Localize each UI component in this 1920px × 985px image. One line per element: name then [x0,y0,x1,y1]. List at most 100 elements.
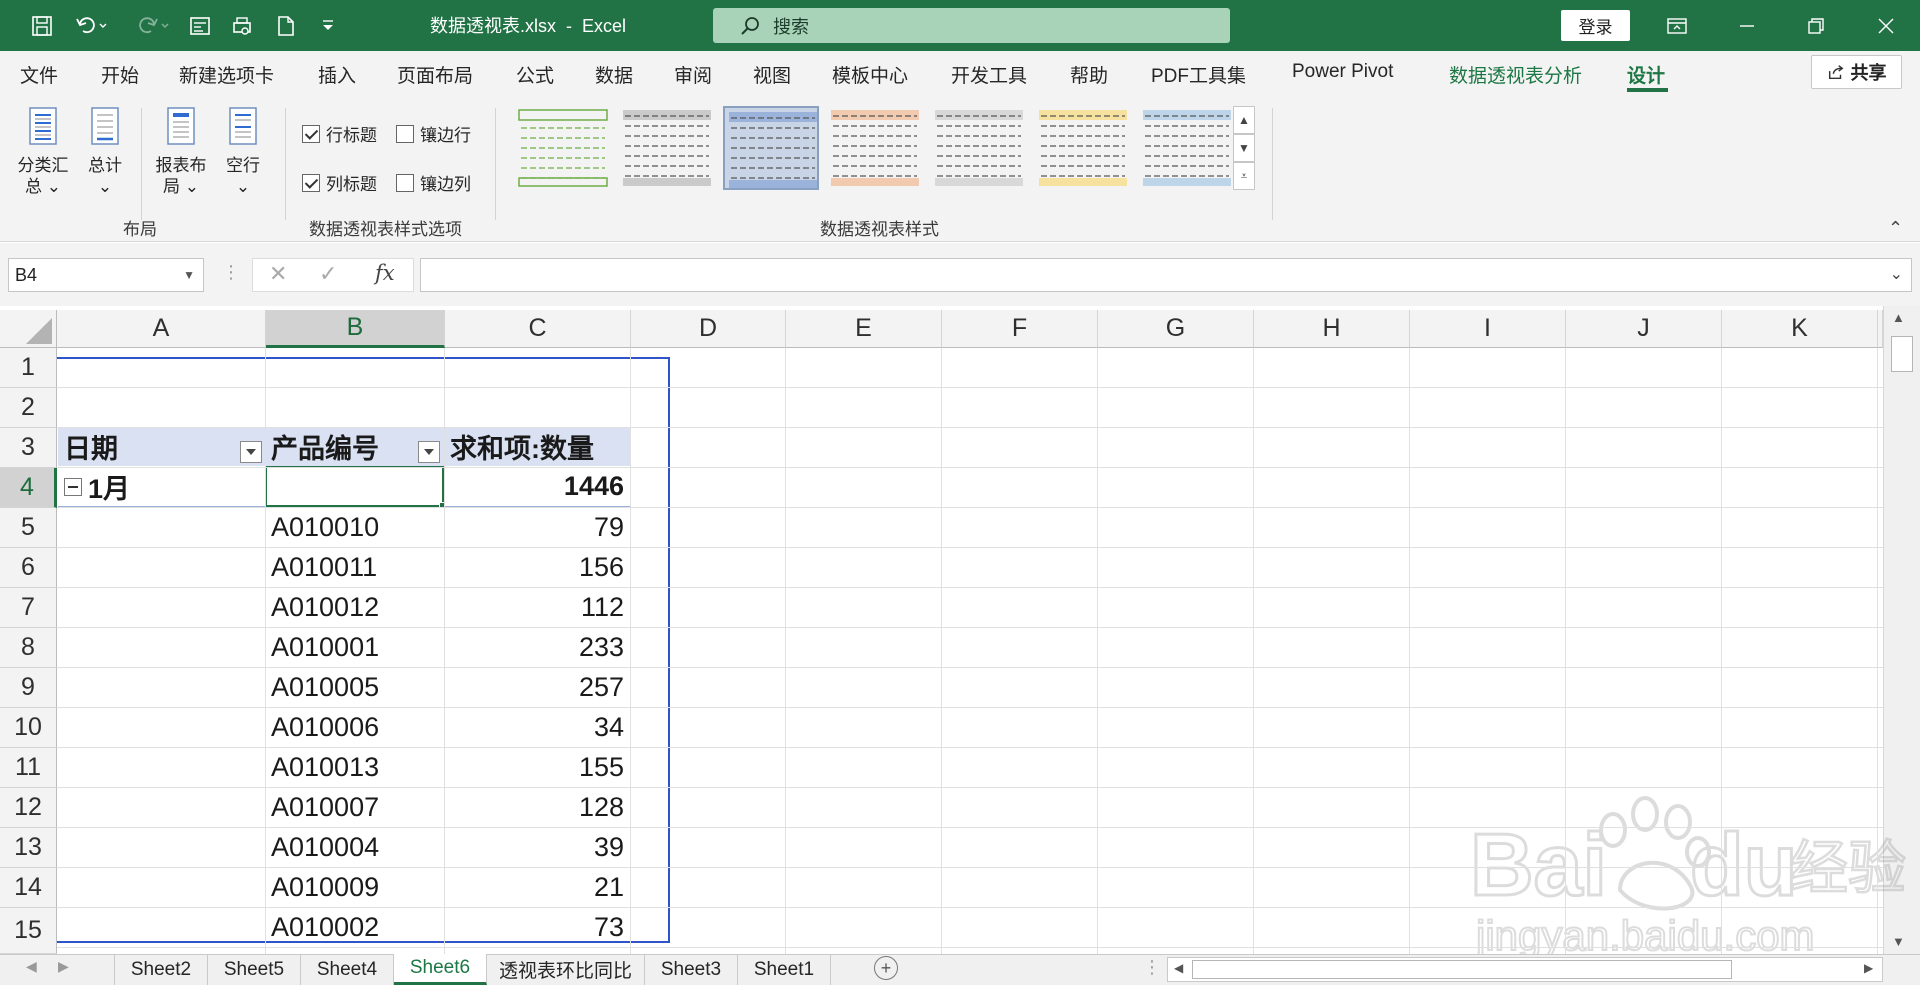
filter-dropdown-icon[interactable] [240,441,262,463]
row-header-7[interactable]: 7 [0,588,57,628]
tab-formulas[interactable]: 公式 [516,61,554,88]
pivot-style-thumbnail[interactable] [619,106,715,190]
sheet-tab-5[interactable]: 透视表环比同比 [487,954,645,985]
scroll-up-icon[interactable]: ▲ [1892,310,1905,325]
row-header-9[interactable]: 9 [0,668,57,708]
tab-power-pivot[interactable]: Power Pivot [1292,61,1393,83]
row-header-8[interactable]: 8 [0,628,57,668]
row-header-5[interactable]: 5 [0,508,57,548]
gallery-more-icon[interactable]: ⩡ [1233,162,1255,190]
pivot-qty-cell[interactable]: 233 [444,628,630,667]
enter-icon[interactable]: ✓ [319,261,337,287]
tab-view[interactable]: 视图 [753,61,791,88]
minimize-icon[interactable] [1717,0,1777,51]
pivot-qty-cell[interactable]: 34 [444,708,630,747]
tab-new-tab[interactable]: 新建选项卡 [179,61,274,88]
tab-data[interactable]: 数据 [595,61,633,88]
row-header-3[interactable]: 3 [0,428,57,468]
scroll-sheets-left-icon[interactable]: ◀ [26,958,37,975]
customize-qat-icon[interactable] [306,0,350,51]
tab-home[interactable]: 开始 [101,61,139,88]
select-all-button[interactable] [0,310,57,348]
row-header-14[interactable]: 14 [0,868,57,908]
row-header-13[interactable]: 13 [0,828,57,868]
pivot-product-cell[interactable]: A010009 [265,868,444,907]
close-icon[interactable] [1856,0,1916,51]
cancel-icon[interactable]: ✕ [269,261,287,287]
column-header-e[interactable]: E [786,310,942,348]
scroll-down-icon[interactable]: ▼ [1892,934,1905,949]
pivot-product-cell[interactable]: A010006 [265,708,444,747]
pivot-product-cell[interactable]: A010001 [265,628,444,667]
column-header-d[interactable]: D [631,310,786,348]
column-header-b[interactable]: B [266,310,445,348]
pivot-style-thumbnail[interactable] [827,106,923,190]
pivot-qty-cell[interactable]: 155 [444,748,630,787]
vertical-scrollbar[interactable]: ▲ ▼ [1883,306,1920,954]
document-icon[interactable] [264,0,308,51]
filter-dropdown-icon[interactable] [418,441,440,463]
banded-columns-checkbox[interactable]: 镶边列 [396,170,471,195]
pivot-style-thumbnail[interactable] [723,106,819,190]
restore-icon[interactable] [1786,0,1846,51]
sheet-tab-6[interactable]: Sheet3 [645,954,738,985]
row-headers-checkbox[interactable]: 行标题 [302,121,377,146]
sheet-tab-4[interactable]: Sheet6 [394,954,487,985]
column-header-a[interactable]: A [57,310,266,348]
formula-bar-grip-icon[interactable]: ⋮ [222,262,240,283]
pivot-qty-cell[interactable]: 39 [444,828,630,867]
pivot-product-cell[interactable]: A010005 [265,668,444,707]
pivot-qty-cell[interactable]: 128 [444,788,630,827]
tab-help[interactable]: 帮助 [1070,61,1108,88]
collapse-ribbon-icon[interactable]: ⌃ [1888,218,1903,239]
pivot-qty-cell[interactable]: 79 [444,508,630,547]
vertical-scroll-thumb[interactable] [1891,336,1913,372]
row-header-15[interactable]: 15 [0,908,57,954]
expand-formula-bar-icon[interactable]: ⌄ [1890,264,1903,284]
tab-developer[interactable]: 开发工具 [951,61,1027,88]
report-layout-button[interactable]: 报表布 局 ⌄ [150,106,212,197]
tab-pdf-tools[interactable]: PDF工具集 [1151,61,1246,88]
pivot-product-cell[interactable]: A010007 [265,788,444,827]
sheet-tab-1[interactable]: Sheet2 [115,954,208,985]
pivot-qty-cell[interactable]: 73 [444,908,630,947]
scroll-right-icon[interactable]: ▶ [1864,961,1873,975]
horizontal-scrollbar[interactable]: ◀ ▶ [1167,957,1883,982]
search-box[interactable]: 搜索 [713,8,1230,43]
tab-file[interactable]: 文件 [20,61,58,88]
save-icon[interactable] [20,0,64,51]
row-header-6[interactable]: 6 [0,548,57,588]
pivot-product-cell[interactable]: A010011 [265,548,444,587]
column-headers-checkbox[interactable]: 列标题 [302,170,377,195]
pivot-product-cell[interactable]: A010004 [265,828,444,867]
share-button[interactable]: 共享 [1811,55,1902,89]
pivot-qty-cell[interactable]: 156 [444,548,630,587]
pivot-product-cell[interactable]: A010013 [265,748,444,787]
tab-design[interactable]: 设计 [1627,61,1665,88]
scroll-left-icon[interactable]: ◀ [1174,961,1183,975]
blank-rows-button[interactable]: 空行 ⌄ [218,106,268,197]
name-box[interactable]: B4 ▼ [8,258,204,292]
row-header-1[interactable]: 1 [0,348,57,388]
row-header-12[interactable]: 12 [0,788,57,828]
pivot-qty-cell[interactable]: 112 [444,588,630,627]
column-header-k[interactable]: K [1722,310,1878,348]
add-sheet-icon[interactable]: + [874,956,898,980]
gallery-scroll-down-icon[interactable]: ▼ [1233,134,1255,162]
redo-icon[interactable] [126,0,182,51]
pivot-style-thumbnail[interactable] [515,106,611,190]
pivot-product-cell[interactable]: A010010 [265,508,444,547]
pivot-qty-cell[interactable]: 21 [444,868,630,907]
row-header-4[interactable]: 4 [0,468,57,508]
pivot-style-thumbnail[interactable] [1035,106,1131,190]
row-header-2[interactable]: 2 [0,388,57,428]
column-header-j[interactable]: J [1566,310,1722,348]
column-header-c[interactable]: C [445,310,631,348]
sheet-tab-7[interactable]: Sheet1 [738,954,831,985]
pivot-style-thumbnail[interactable] [931,106,1027,190]
form-icon[interactable] [178,0,222,51]
pivot-qty-cell[interactable]: 257 [444,668,630,707]
insert-function-icon[interactable]: fx [375,261,395,285]
column-header-f[interactable]: F [942,310,1098,348]
pivot-product-cell[interactable]: A010002 [265,908,444,947]
